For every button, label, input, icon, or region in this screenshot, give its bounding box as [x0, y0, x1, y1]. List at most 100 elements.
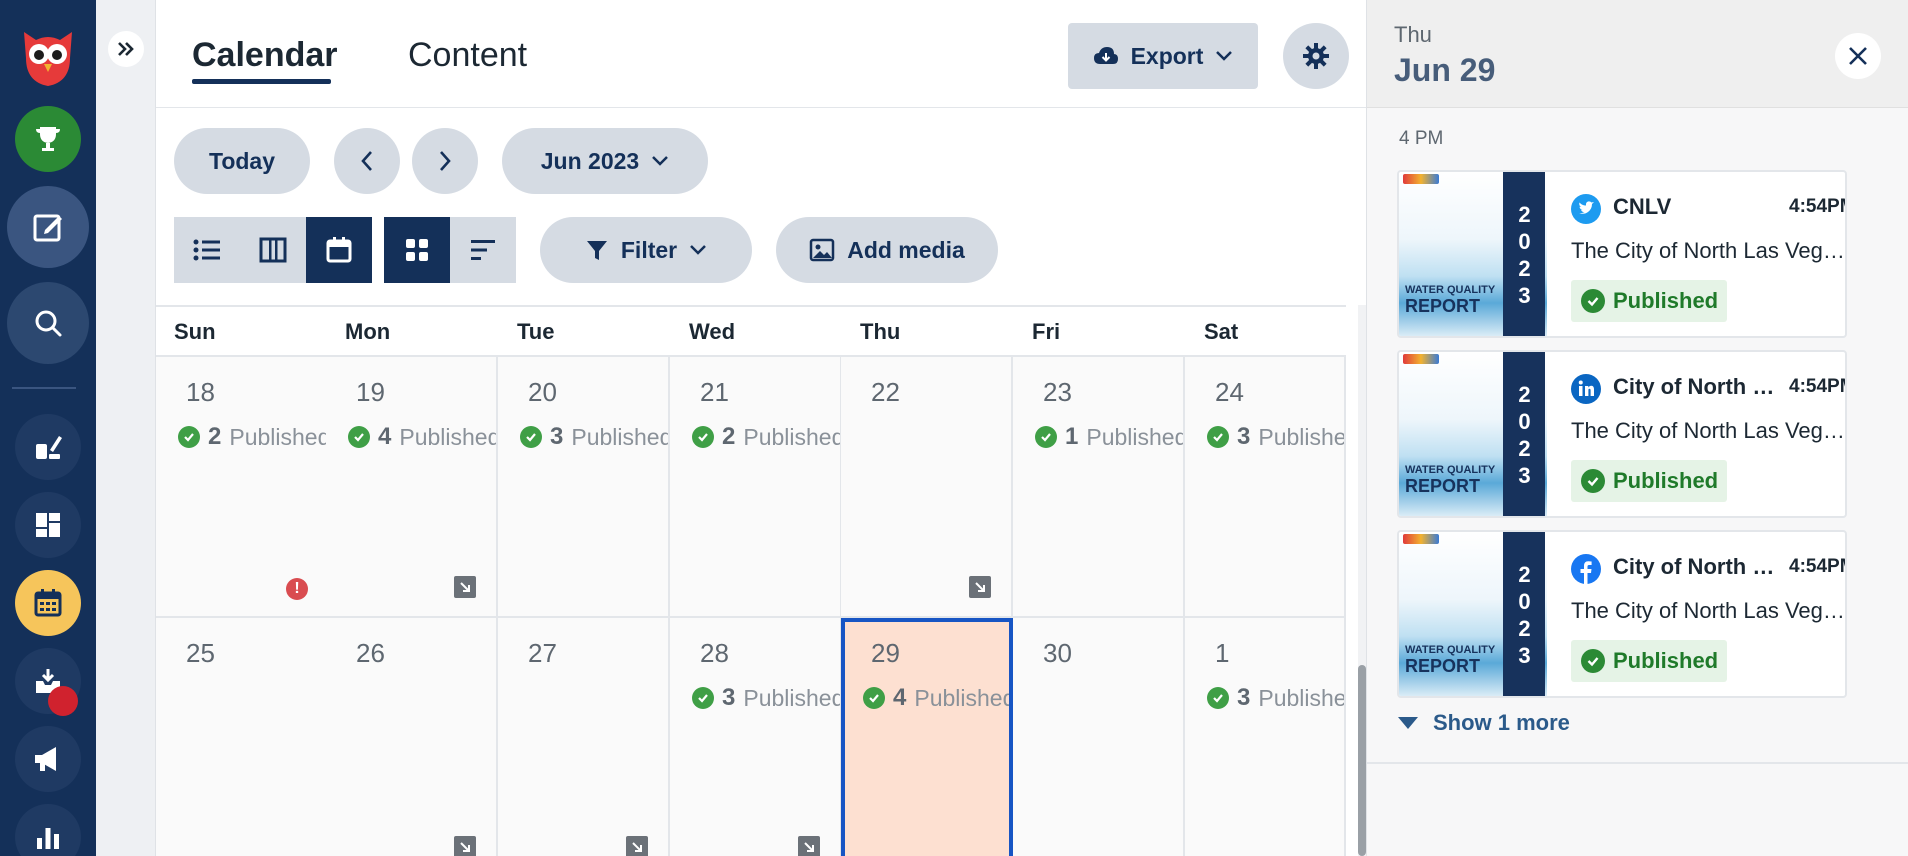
published-summary[interactable]: 1 Published [1035, 423, 1183, 451]
close-panel-button[interactable] [1835, 33, 1881, 79]
grid-density-button[interactable] [384, 217, 450, 283]
month-view-button[interactable] [306, 217, 372, 283]
day-cell[interactable]: 27 [498, 618, 670, 856]
published-label: Published [1258, 423, 1346, 450]
add-media-button[interactable]: Add media [776, 217, 998, 283]
check-circle-icon [1207, 426, 1229, 448]
day-cell[interactable]: 20 3 Published [498, 357, 670, 618]
thumbnail-caption-line1: WATER QUALITY [1405, 284, 1496, 296]
day-cell[interactable]: 19 4 Published [326, 357, 498, 618]
published-summary[interactable]: 4 Published [348, 423, 496, 451]
error-alert-icon[interactable]: ! [286, 578, 308, 600]
post-card[interactable]: 2023 WATER QUALITYREPORT CNLV 4:54PM The Cit… [1397, 170, 1847, 338]
expand-day-icon[interactable] [454, 836, 476, 856]
weekday-sat: Sat [1204, 319, 1239, 344]
thumbnail-year-band: 2023 [1503, 172, 1545, 336]
day-number: 24 [1215, 377, 1244, 407]
list-view-button[interactable] [174, 217, 240, 283]
scrollbar-thumb[interactable] [1358, 665, 1366, 856]
export-label: Export [1130, 42, 1204, 69]
day-cell[interactable]: 22 [841, 357, 1013, 618]
published-summary[interactable]: 3 Published [1207, 423, 1346, 451]
day-number: 1 [1215, 638, 1230, 668]
expand-day-icon[interactable] [626, 836, 648, 856]
expand-day-icon[interactable] [798, 836, 820, 856]
month-grid: Sun Mon Tue Wed Thu Fri Sat 18 2 Published… [156, 305, 1346, 856]
density-toggle [384, 217, 516, 283]
streams-icon[interactable] [15, 414, 81, 480]
thumbnail-caption-line1: WATER QUALITY [1405, 644, 1496, 656]
next-month-button[interactable] [412, 128, 478, 194]
expand-nav-button[interactable] [108, 31, 144, 67]
day-number: 22 [871, 377, 900, 407]
day-cell[interactable]: 28 3 Published [670, 618, 842, 856]
image-icon [809, 238, 835, 262]
published-summary[interactable]: 3 Published [520, 423, 668, 451]
day-cell[interactable]: 1 3 Published [1185, 618, 1346, 856]
published-summary[interactable]: 3 Published [692, 684, 840, 712]
check-circle-icon [1581, 289, 1605, 313]
week-view-button[interactable] [240, 217, 306, 283]
day-detail-panel: Thu Jun 29 4 PM 2023 WATER QUALITY REPORT C… [1366, 0, 1908, 856]
post-thumbnail: 2023 WATER QUALITY REPORT [1399, 532, 1547, 696]
city-logo-icon [1403, 534, 1439, 544]
day-cell[interactable]: 30 [1013, 618, 1185, 856]
day-number: 21 [700, 377, 729, 407]
align-left-icon [471, 240, 495, 260]
post-card[interactable]: 2023 WATER QUALITY REPORT City of North … 4:… [1397, 350, 1847, 518]
expand-day-icon[interactable] [454, 576, 476, 598]
day-cell[interactable]: 25 [156, 618, 328, 856]
weekday-header-row: Sun Mon Tue Wed Thu Fri Sat [156, 305, 1346, 357]
day-cell[interactable]: 23 1 Published [1013, 357, 1185, 618]
status-badge: Published [1571, 640, 1727, 682]
panel-weekday: Thu [1394, 22, 1432, 47]
published-summary[interactable]: 2 Published [692, 423, 840, 451]
published-summary[interactable]: 4 Published [863, 684, 1009, 712]
post-card[interactable]: 2023 WATER QUALITY REPORT City of North … 4:… [1397, 530, 1847, 698]
day-cell[interactable]: 18 2 Published! [156, 357, 328, 618]
published-count: 3 [1237, 423, 1251, 450]
compose-icon[interactable] [7, 186, 89, 268]
planner-icon[interactable] [15, 570, 81, 636]
post-time: 4:54PM [1789, 556, 1845, 577]
search-icon[interactable] [7, 282, 89, 364]
add-media-label: Add media [847, 236, 965, 263]
rail-divider [12, 387, 76, 389]
published-count: 3 [1237, 684, 1251, 711]
day-number: 19 [356, 377, 385, 407]
thumbnail-year: 2023 [1512, 202, 1537, 310]
linkedin-icon [1571, 374, 1601, 404]
tab-calendar[interactable]: Calendar [192, 36, 338, 75]
check-circle-icon [692, 426, 714, 448]
published-summary[interactable]: 2 Published [178, 423, 326, 451]
show-more-button[interactable]: Show 1 more [1397, 710, 1570, 736]
megaphone-icon[interactable] [15, 726, 81, 792]
post-text: The City of North Las Veg… [1571, 418, 1845, 443]
calendar-scrollbar[interactable] [1358, 305, 1366, 856]
day-cell[interactable]: 21 2 Published [670, 357, 842, 618]
dashboard-icon[interactable] [15, 492, 81, 558]
compact-density-button[interactable] [450, 217, 516, 283]
day-cell[interactable]: 26 [326, 618, 498, 856]
secondary-nav-collapsed [96, 0, 156, 856]
today-button[interactable]: Today [174, 128, 310, 194]
inbox-notification-dot [48, 686, 78, 716]
month-picker-button[interactable]: Jun 2023 [502, 128, 708, 194]
day-number: 27 [528, 638, 557, 668]
trophy-icon[interactable] [15, 106, 81, 172]
previous-month-button[interactable] [334, 128, 400, 194]
export-button[interactable]: Export [1068, 23, 1258, 89]
published-summary[interactable]: 3 Published [1207, 684, 1344, 712]
expand-day-icon[interactable] [969, 576, 991, 598]
day-cell-selected[interactable]: 29 4 Published [841, 618, 1013, 856]
owl-logo-icon[interactable] [12, 18, 84, 90]
view-mode-toggle [174, 217, 372, 283]
day-cell[interactable]: 24 3 Published [1185, 357, 1346, 618]
left-nav-rail [0, 0, 96, 856]
check-circle-icon [348, 426, 370, 448]
filter-button[interactable]: Filter [540, 217, 752, 283]
tab-content[interactable]: Content [408, 36, 527, 75]
analytics-icon[interactable] [15, 804, 81, 856]
status-badge: Published [1571, 460, 1727, 502]
settings-button[interactable] [1283, 23, 1349, 89]
